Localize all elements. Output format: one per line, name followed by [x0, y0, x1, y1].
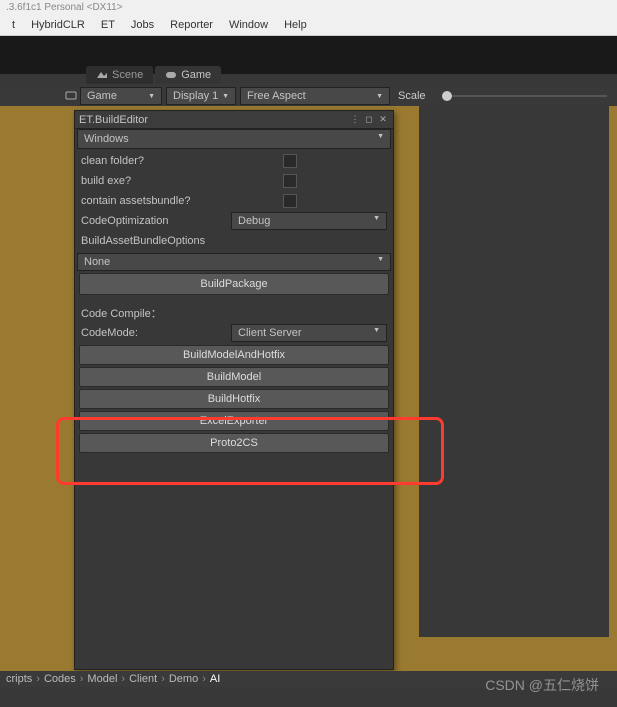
close-icon[interactable]: ✕ — [377, 114, 389, 126]
slider-thumb[interactable] — [442, 91, 452, 101]
breadcrumb-item[interactable]: cripts — [4, 673, 34, 685]
build-model-hotfix-button[interactable]: BuildModelAndHotfix — [79, 345, 389, 365]
build-editor-panel: ET.BuildEditor ⋮ ◻ ✕ Windows ▼ clean fold… — [74, 110, 394, 670]
tab-game[interactable]: Game — [155, 66, 221, 84]
menu-item[interactable]: Jobs — [123, 19, 162, 31]
build-asset-options-dropdown[interactable]: None ▼ — [77, 253, 391, 271]
dropdown-value: Windows — [84, 133, 129, 145]
menu-item[interactable]: Reporter — [162, 19, 221, 31]
menu-item[interactable]: HybridCLR — [23, 19, 93, 31]
game-icon — [165, 69, 177, 81]
window-titlebar: .3.6f1c1 Personal <DX11> — [0, 0, 617, 14]
viewport-letterbox — [419, 106, 609, 637]
kebab-icon[interactable]: ⋮ — [349, 114, 361, 126]
chevron-right-icon: › — [34, 673, 42, 685]
dropdown-value: Display 1 — [173, 90, 218, 102]
breadcrumb-item[interactable]: Demo — [167, 673, 200, 685]
chevron-down-icon: ▼ — [376, 93, 383, 100]
chevron-right-icon: › — [159, 673, 167, 685]
platform-dropdown[interactable]: Windows ▼ — [77, 129, 391, 149]
chevron-right-icon: › — [200, 673, 208, 685]
build-exe-checkbox[interactable] — [283, 174, 297, 188]
chevron-down-icon: ▼ — [373, 327, 380, 339]
contain-assetsbundle-checkbox[interactable] — [283, 194, 297, 208]
dropdown-value: Free Aspect — [247, 90, 306, 102]
view-tabs: Scene Game — [86, 66, 223, 84]
chevron-right-icon: › — [78, 673, 86, 685]
clean-folder-row: clean folder? — [75, 151, 393, 171]
menu-item[interactable]: t — [4, 19, 23, 31]
dropdown-value: None — [84, 256, 110, 268]
field-label: contain assetsbundle? — [81, 195, 365, 207]
menu-item[interactable]: Help — [276, 19, 315, 31]
field-label: BuildAssetBundleOptions — [81, 235, 387, 247]
build-exe-row: build exe? — [75, 171, 393, 191]
scale-slider[interactable] — [442, 95, 607, 97]
chevron-right-icon: › — [119, 673, 127, 685]
tab-label: Scene — [112, 69, 143, 81]
field-label: build exe? — [81, 175, 365, 187]
scale-label: Scale — [392, 90, 432, 102]
panel-title: ET.BuildEditor — [79, 114, 347, 126]
aspect-dropdown[interactable]: Free Aspect ▼ — [240, 87, 390, 105]
chevron-down-icon: ▼ — [148, 93, 155, 100]
panel-header[interactable]: ET.BuildEditor ⋮ ◻ ✕ — [75, 111, 393, 129]
panel-body: Windows ▼ clean folder? build exe? contai… — [75, 129, 393, 453]
breadcrumb-item[interactable]: Client — [127, 673, 159, 685]
chevron-down-icon: ▼ — [373, 215, 380, 227]
tab-label: Game — [181, 69, 211, 81]
field-label: CodeMode: — [81, 327, 231, 339]
tab-scene[interactable]: Scene — [86, 66, 153, 84]
dropdown-value: Debug — [238, 215, 270, 227]
build-package-button[interactable]: BuildPackage — [79, 273, 389, 295]
contain-assetsbundle-row: contain assetsbundle? — [75, 191, 393, 211]
menu-item[interactable]: ET — [93, 19, 123, 31]
display-icon — [64, 89, 78, 103]
proto2cs-button[interactable]: Proto2CS — [79, 433, 389, 453]
clean-folder-checkbox[interactable] — [283, 154, 297, 168]
breadcrumb-item[interactable]: AI — [208, 673, 222, 685]
display-dropdown[interactable]: Display 1 ▼ — [166, 87, 236, 105]
code-optimization-dropdown[interactable]: Debug ▼ — [231, 212, 387, 230]
code-compile-header: Code Compile： — [75, 297, 393, 323]
chevron-down-icon: ▼ — [222, 93, 229, 100]
game-toolstrip: Game ▼ Display 1 ▼ Free Aspect ▼ Scale — [0, 86, 617, 106]
field-label: clean folder? — [81, 155, 365, 167]
dropdown-value: Client Server — [238, 327, 302, 339]
watermark-text: CSDN @五仁烧饼 — [485, 675, 599, 695]
scene-icon — [96, 69, 108, 81]
dropdown-value: Game — [87, 90, 117, 102]
excel-exporter-button[interactable]: ExcelExporter — [79, 411, 389, 431]
build-model-button[interactable]: BuildModel — [79, 367, 389, 387]
breadcrumb-item[interactable]: Model — [85, 673, 119, 685]
field-label: CodeOptimization — [81, 215, 231, 227]
maximize-icon[interactable]: ◻ — [363, 114, 375, 126]
chevron-down-icon: ▼ — [377, 133, 384, 145]
menu-item[interactable]: Window — [221, 19, 276, 31]
code-mode-row: CodeMode: Client Server ▼ — [75, 323, 393, 343]
breadcrumb-item[interactable]: Codes — [42, 673, 78, 685]
code-mode-dropdown[interactable]: Client Server ▼ — [231, 324, 387, 342]
mode-dropdown[interactable]: Game ▼ — [80, 87, 162, 105]
main-menubar: t HybridCLR ET Jobs Reporter Window Help — [0, 14, 617, 36]
chevron-down-icon: ▼ — [377, 256, 384, 268]
build-asset-options-row: BuildAssetBundleOptions — [75, 231, 393, 251]
build-hotfix-button[interactable]: BuildHotfix — [79, 389, 389, 409]
code-optimization-row: CodeOptimization Debug ▼ — [75, 211, 393, 231]
